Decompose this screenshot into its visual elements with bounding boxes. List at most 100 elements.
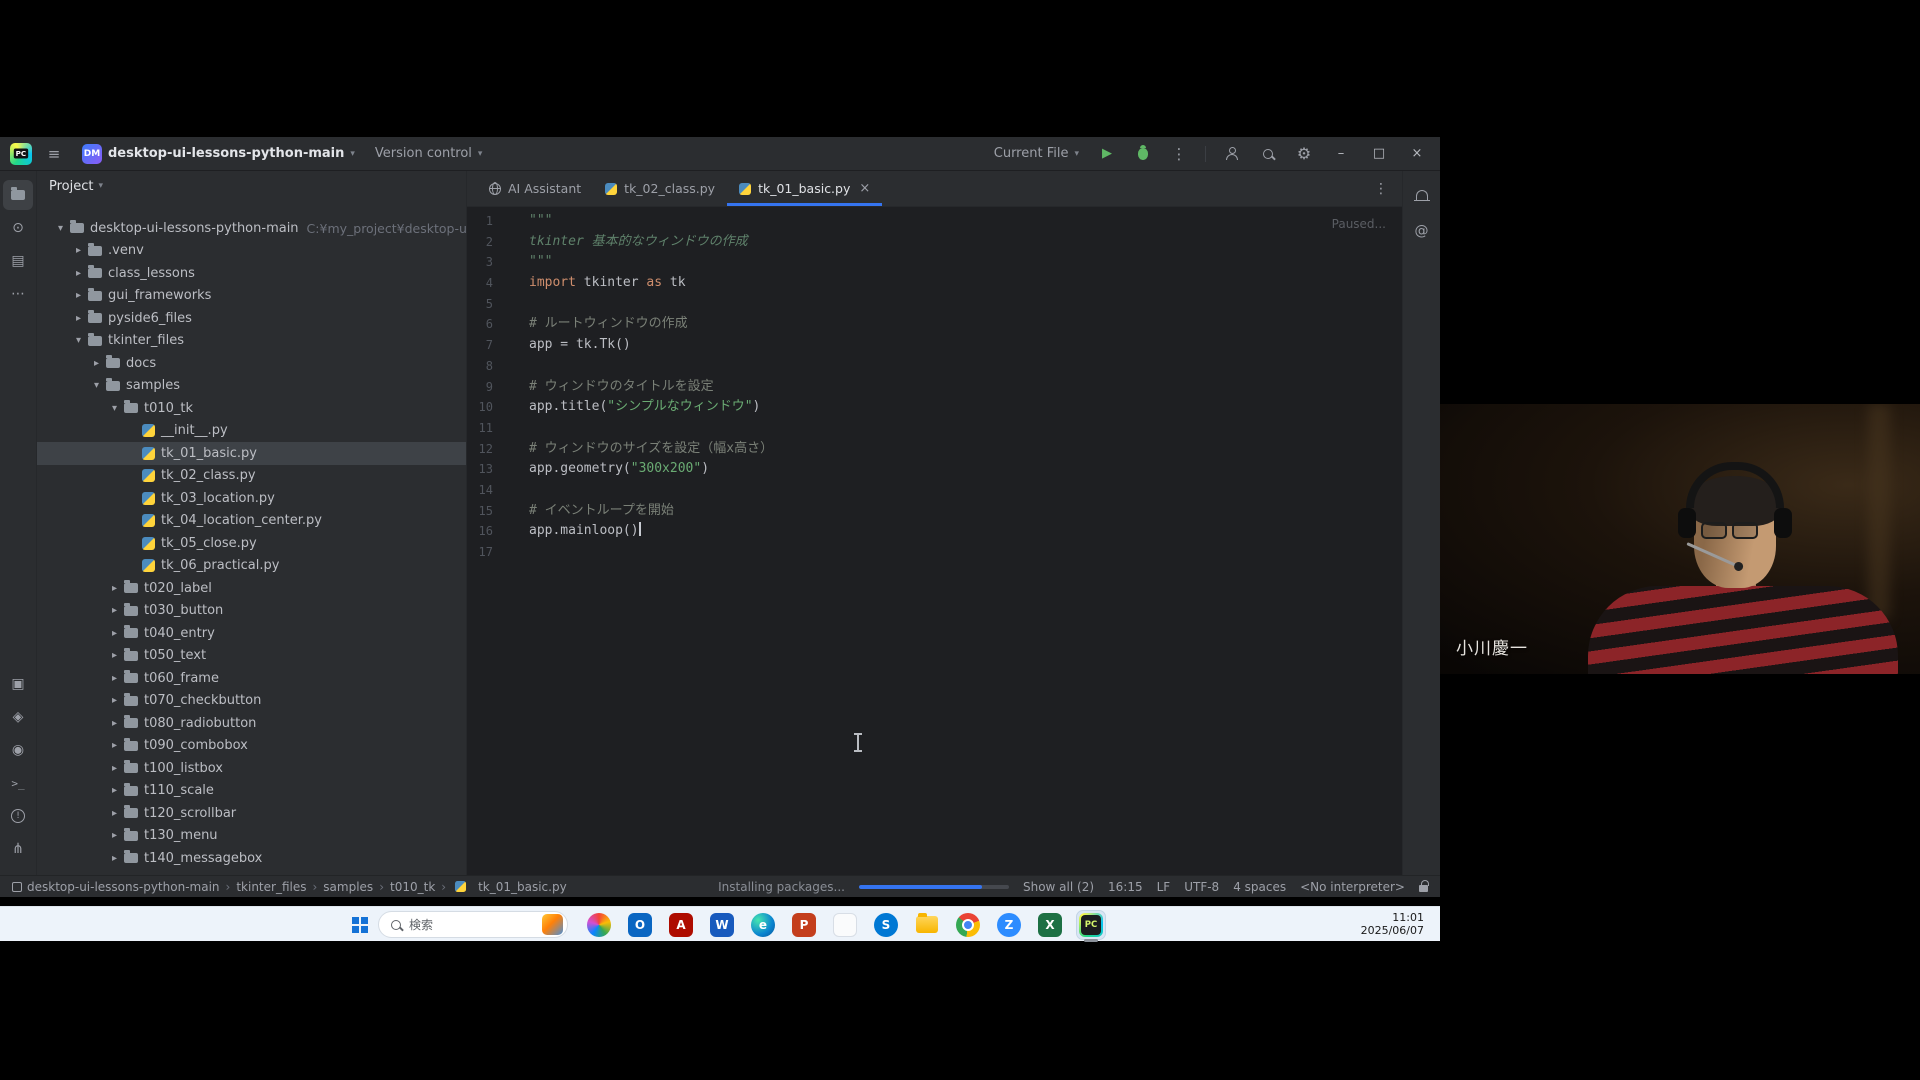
- start-button[interactable]: [341, 907, 377, 942]
- tree-item-t100_listbox[interactable]: ▸t100_listbox: [37, 757, 466, 780]
- tree-item-samples[interactable]: ▾samples: [37, 375, 466, 398]
- breadcrumb-desktop-ui-lessons-python-main[interactable]: desktop-ui-lessons-python-main: [12, 880, 220, 894]
- tree-item-tk_05_close.py[interactable]: tk_05_close.py: [37, 532, 466, 555]
- run-config-selector[interactable]: Current File ▾: [988, 142, 1085, 165]
- chevron-closed-icon[interactable]: ▸: [89, 358, 104, 369]
- line-number[interactable]: 6: [467, 314, 493, 335]
- project-selector[interactable]: DM desktop-ui-lessons-python-main ▾: [76, 140, 361, 168]
- breadcrumb-samples[interactable]: samples: [323, 880, 373, 894]
- code-line-12[interactable]: 12# ウィンドウのサイズを設定（幅x高さ）: [467, 439, 1402, 460]
- code-line-1[interactable]: 1""": [467, 211, 1402, 232]
- tree-item-t050_text[interactable]: ▸t050_text: [37, 645, 466, 668]
- code-line-15[interactable]: 15# イベントループを開始: [467, 501, 1402, 522]
- taskbar-app-pycharm[interactable]: PC: [1077, 911, 1105, 939]
- breadcrumb-tkinter_files[interactable]: tkinter_files: [236, 880, 306, 894]
- editor-content[interactable]: Paused... 1"""2tkinter 基本的なウィンドウの作成3"""4…: [467, 207, 1402, 875]
- tree-item-t130_menu[interactable]: ▸t130_menu: [37, 825, 466, 848]
- line-number[interactable]: 8: [467, 356, 493, 377]
- project-panel-header[interactable]: Project ▾: [37, 171, 466, 201]
- line-number[interactable]: 9: [467, 377, 493, 398]
- tool-version-control-tool-button[interactable]: ⋔: [3, 834, 33, 864]
- line-number[interactable]: 13: [467, 459, 493, 480]
- tree-item-t020_label[interactable]: ▸t020_label: [37, 577, 466, 600]
- taskbar-app-explorer[interactable]: [913, 911, 941, 939]
- search-promo-thumbnail[interactable]: [542, 914, 563, 935]
- chevron-open-icon[interactable]: ▾: [89, 380, 104, 391]
- taskbar-app-word[interactable]: W: [708, 911, 736, 939]
- encoding-widget[interactable]: UTF-8: [1184, 880, 1219, 894]
- taskbar-app-chrome[interactable]: [954, 911, 982, 939]
- tree-item-t080_radiobutton[interactable]: ▸t080_radiobutton: [37, 712, 466, 735]
- tab-AI Assistant[interactable]: AI Assistant: [477, 171, 593, 206]
- code-line-9[interactable]: 9# ウィンドウのタイトルを設定: [467, 377, 1402, 398]
- tree-item-t110_scale[interactable]: ▸t110_scale: [37, 780, 466, 803]
- tree-item-__init__.py[interactable]: __init__.py: [37, 420, 466, 443]
- tool-commit-button[interactable]: ⊙: [3, 213, 33, 243]
- code-line-17[interactable]: 17: [467, 542, 1402, 563]
- line-number[interactable]: 5: [467, 294, 493, 315]
- tool-services-button[interactable]: ◉: [3, 735, 33, 765]
- chevron-closed-icon[interactable]: ▸: [71, 245, 86, 256]
- code-with-me-button[interactable]: [1218, 140, 1246, 168]
- code-line-2[interactable]: 2tkinter 基本的なウィンドウの作成: [467, 232, 1402, 253]
- tree-item-.venv[interactable]: ▸.venv: [37, 240, 466, 263]
- tree-item-tk_01_basic.py[interactable]: tk_01_basic.py: [37, 442, 466, 465]
- line-separator-widget[interactable]: LF: [1157, 880, 1171, 894]
- chevron-closed-icon[interactable]: ▸: [107, 695, 122, 706]
- breadcrumb-tk_01_basic.py[interactable]: tk_01_basic.py: [452, 880, 567, 894]
- chevron-closed-icon[interactable]: ▸: [107, 853, 122, 864]
- tree-item-gui_frameworks[interactable]: ▸gui_frameworks: [37, 285, 466, 308]
- taskbar-search[interactable]: [378, 911, 568, 938]
- line-number[interactable]: 10: [467, 397, 493, 418]
- more-actions-button[interactable]: ⋮: [1165, 140, 1193, 168]
- tree-item-tkinter_files[interactable]: ▾tkinter_files: [37, 330, 466, 353]
- tab-close-icon[interactable]: ×: [859, 181, 870, 196]
- taskbar-app-zoom[interactable]: Z: [995, 911, 1023, 939]
- code-line-13[interactable]: 13app.geometry("300x200"): [467, 459, 1402, 480]
- chevron-closed-icon[interactable]: ▸: [107, 718, 122, 729]
- run-button[interactable]: ▶: [1093, 140, 1121, 168]
- line-number[interactable]: 3: [467, 252, 493, 273]
- code-line-4[interactable]: 4import tkinter as tk: [467, 273, 1402, 294]
- chevron-open-icon[interactable]: ▾: [107, 403, 122, 414]
- code-line-11[interactable]: 11: [467, 418, 1402, 439]
- chevron-closed-icon[interactable]: ▸: [71, 268, 86, 279]
- tree-item-desktop-ui-lessons-python-main[interactable]: ▾desktop-ui-lessons-python-mainC:¥my_pro…: [37, 217, 466, 240]
- chevron-open-icon[interactable]: ▾: [53, 223, 68, 234]
- taskbar-app-excel[interactable]: X: [1036, 911, 1064, 939]
- debug-button[interactable]: [1129, 140, 1157, 168]
- tab-tk_01_basic.py[interactable]: tk_01_basic.py×: [727, 171, 882, 206]
- code-line-16[interactable]: 16app.mainloop(): [467, 521, 1402, 542]
- show-all-link[interactable]: Show all (2): [1023, 880, 1094, 894]
- taskbar-app-light-app[interactable]: [831, 911, 859, 939]
- tree-item-class_lessons[interactable]: ▸class_lessons: [37, 262, 466, 285]
- maximize-button[interactable]: □: [1364, 137, 1394, 171]
- code-line-6[interactable]: 6# ルートウィンドウの作成: [467, 314, 1402, 335]
- tree-item-docs[interactable]: ▸docs: [37, 352, 466, 375]
- close-button[interactable]: ×: [1402, 137, 1432, 171]
- settings-button[interactable]: ⚙: [1290, 140, 1318, 168]
- tree-item-t140_messagebox[interactable]: ▸t140_messagebox: [37, 847, 466, 870]
- code-line-8[interactable]: 8: [467, 356, 1402, 377]
- taskbar-app-colorful-app[interactable]: [585, 911, 613, 939]
- chevron-closed-icon[interactable]: ▸: [107, 830, 122, 841]
- chevron-closed-icon[interactable]: ▸: [107, 650, 122, 661]
- tree-item-t040_entry[interactable]: ▸t040_entry: [37, 622, 466, 645]
- tool-more-tools-button[interactable]: ⋯: [3, 279, 33, 309]
- line-number[interactable]: 12: [467, 439, 493, 460]
- tool-terminal-button[interactable]: >_: [3, 768, 33, 798]
- version-control-selector[interactable]: Version control ▾: [369, 142, 489, 165]
- interpreter-widget[interactable]: <No interpreter>: [1300, 880, 1405, 894]
- line-number[interactable]: 11: [467, 418, 493, 439]
- chevron-closed-icon[interactable]: ▸: [71, 290, 86, 301]
- tree-item-tk_02_class.py[interactable]: tk_02_class.py: [37, 465, 466, 488]
- line-number[interactable]: 7: [467, 335, 493, 356]
- chevron-open-icon[interactable]: ▾: [71, 335, 86, 346]
- line-number[interactable]: 17: [467, 542, 493, 563]
- tree-item-t060_frame[interactable]: ▸t060_frame: [37, 667, 466, 690]
- tool-problems-button[interactable]: !: [3, 801, 33, 831]
- chevron-closed-icon[interactable]: ▸: [107, 673, 122, 684]
- tree-item-t120_scrollbar[interactable]: ▸t120_scrollbar: [37, 802, 466, 825]
- tabs-more-icon[interactable]: ⋮: [1374, 181, 1388, 197]
- tree-item-t070_checkbutton[interactable]: ▸t070_checkbutton: [37, 690, 466, 713]
